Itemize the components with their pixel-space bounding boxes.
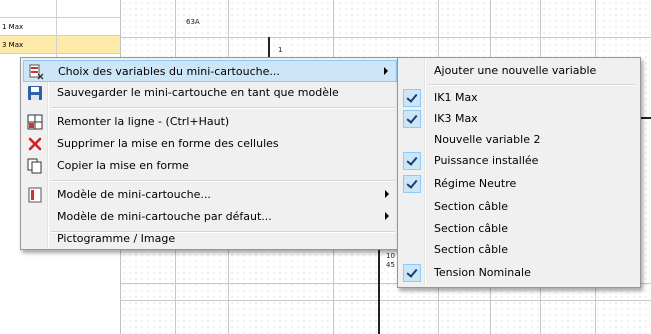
menu-item-move-row-up[interactable]: Remonter la ligne - (Ctrl+Haut)	[23, 111, 397, 133]
submenu-item-label: Section câble	[434, 200, 508, 213]
submenu-arrow-icon	[385, 190, 389, 198]
variables-icon	[28, 64, 44, 80]
submenu-item-cable-section[interactable]: Section câble	[400, 239, 638, 261]
submenu-item-neutral-regime[interactable]: Régime Neutre	[400, 173, 638, 195]
submenu-item-label: Section câble	[434, 222, 508, 235]
template-icon	[27, 187, 43, 203]
submenu-item-label: Nouvelle variable 2	[434, 133, 541, 146]
menu-item-pictogram-image[interactable]: Pictogramme / Image	[23, 228, 397, 250]
menu-separator	[51, 180, 395, 182]
menu-item-label: Modèle de mini-cartouche par défaut...	[57, 210, 272, 223]
cell-text: 45	[386, 261, 395, 269]
menu-item-choose-variables[interactable]: Choix des variables du mini-cartouche...	[23, 60, 397, 82]
submenu-item-add-variable[interactable]: Ajouter une nouvelle variable	[400, 60, 638, 82]
menu-item-default-template[interactable]: Modèle de mini-cartouche par défaut...	[23, 206, 397, 228]
row-value-cell-selected[interactable]	[56, 36, 120, 54]
move-row-up-icon	[27, 114, 43, 130]
row-value-cell[interactable]	[56, 18, 120, 36]
cell-text: 10	[386, 252, 395, 260]
submenu-item-nominal-voltage[interactable]: Tension Nominale	[400, 262, 638, 284]
submenu-item-new-variable-2[interactable]: Nouvelle variable 2	[400, 129, 638, 151]
wire-line	[268, 37, 270, 59]
submenu-item-cable-section[interactable]: Section câble	[400, 218, 638, 240]
menu-item-save-as-template[interactable]: Sauvegarder le mini-cartouche en tant qu…	[23, 82, 397, 104]
submenu-item-label: Régime Neutre	[434, 177, 517, 190]
menu-item-template[interactable]: Modèle de mini-cartouche...	[23, 184, 397, 206]
submenu-separator	[428, 84, 636, 86]
wire-line	[640, 117, 651, 119]
submenu-item-ik1-max[interactable]: IK1 Max	[400, 87, 638, 109]
menu-item-label: Remonter la ligne - (Ctrl+Haut)	[57, 115, 230, 128]
row-value-cell[interactable]	[56, 0, 120, 18]
submenu-item-ik3-max[interactable]: IK3 Max	[400, 108, 638, 130]
row-header-ik3-selected[interactable]: 3 Max	[0, 36, 56, 54]
checkmark-icon	[403, 89, 421, 107]
submenu-item-label: Puissance installée	[434, 154, 539, 167]
checkmark-icon	[403, 264, 421, 282]
submenu-item-cable-section[interactable]: Section câble	[400, 196, 638, 218]
menu-separator	[51, 107, 395, 109]
submenu-item-label: Ajouter une nouvelle variable	[434, 64, 597, 77]
wire-line	[378, 250, 380, 334]
context-menu: Choix des variables du mini-cartouche...…	[20, 57, 400, 250]
submenu-item-label: Section câble	[434, 243, 508, 256]
checkmark-icon	[403, 152, 421, 170]
delete-icon	[27, 136, 43, 152]
menu-item-label: Choix des variables du mini-cartouche...	[58, 65, 280, 78]
row-header-cell[interactable]	[0, 0, 56, 18]
menu-item-remove-formatting[interactable]: Supprimer la mise en forme des cellules	[23, 133, 397, 155]
row-label: 1 Max	[2, 23, 24, 31]
menu-item-label: Supprimer la mise en forme des cellules	[57, 137, 279, 150]
copy-format-icon	[27, 158, 43, 174]
menu-item-label: Modèle de mini-cartouche...	[57, 188, 211, 201]
menu-item-copy-format[interactable]: Copier la mise en forme	[23, 155, 397, 177]
submenu-item-label: Tension Nominale	[434, 266, 531, 279]
variables-submenu: Ajouter une nouvelle variable IK1 Max IK…	[397, 57, 641, 288]
menu-item-label: Sauvegarder le mini-cartouche en tant qu…	[57, 86, 339, 99]
row-header-ik1[interactable]: 1 Max	[0, 18, 56, 36]
submenu-arrow-icon	[384, 67, 388, 75]
menu-item-label: Copier la mise en forme	[57, 159, 189, 172]
submenu-item-label: IK1 Max	[434, 91, 478, 104]
save-icon	[27, 85, 43, 101]
grid-line	[121, 37, 651, 38]
row-label: 3 Max	[2, 41, 24, 49]
cell-text: 63A	[186, 18, 200, 26]
submenu-arrow-icon	[385, 212, 389, 220]
submenu-item-label: IK3 Max	[434, 112, 478, 125]
menu-item-label: Pictogramme / Image	[57, 232, 176, 245]
grid-line	[121, 300, 651, 301]
cell-text: 1	[278, 46, 283, 54]
checkmark-icon	[403, 175, 421, 193]
checkmark-icon	[403, 110, 421, 128]
submenu-item-installed-power[interactable]: Puissance installée	[400, 150, 638, 172]
